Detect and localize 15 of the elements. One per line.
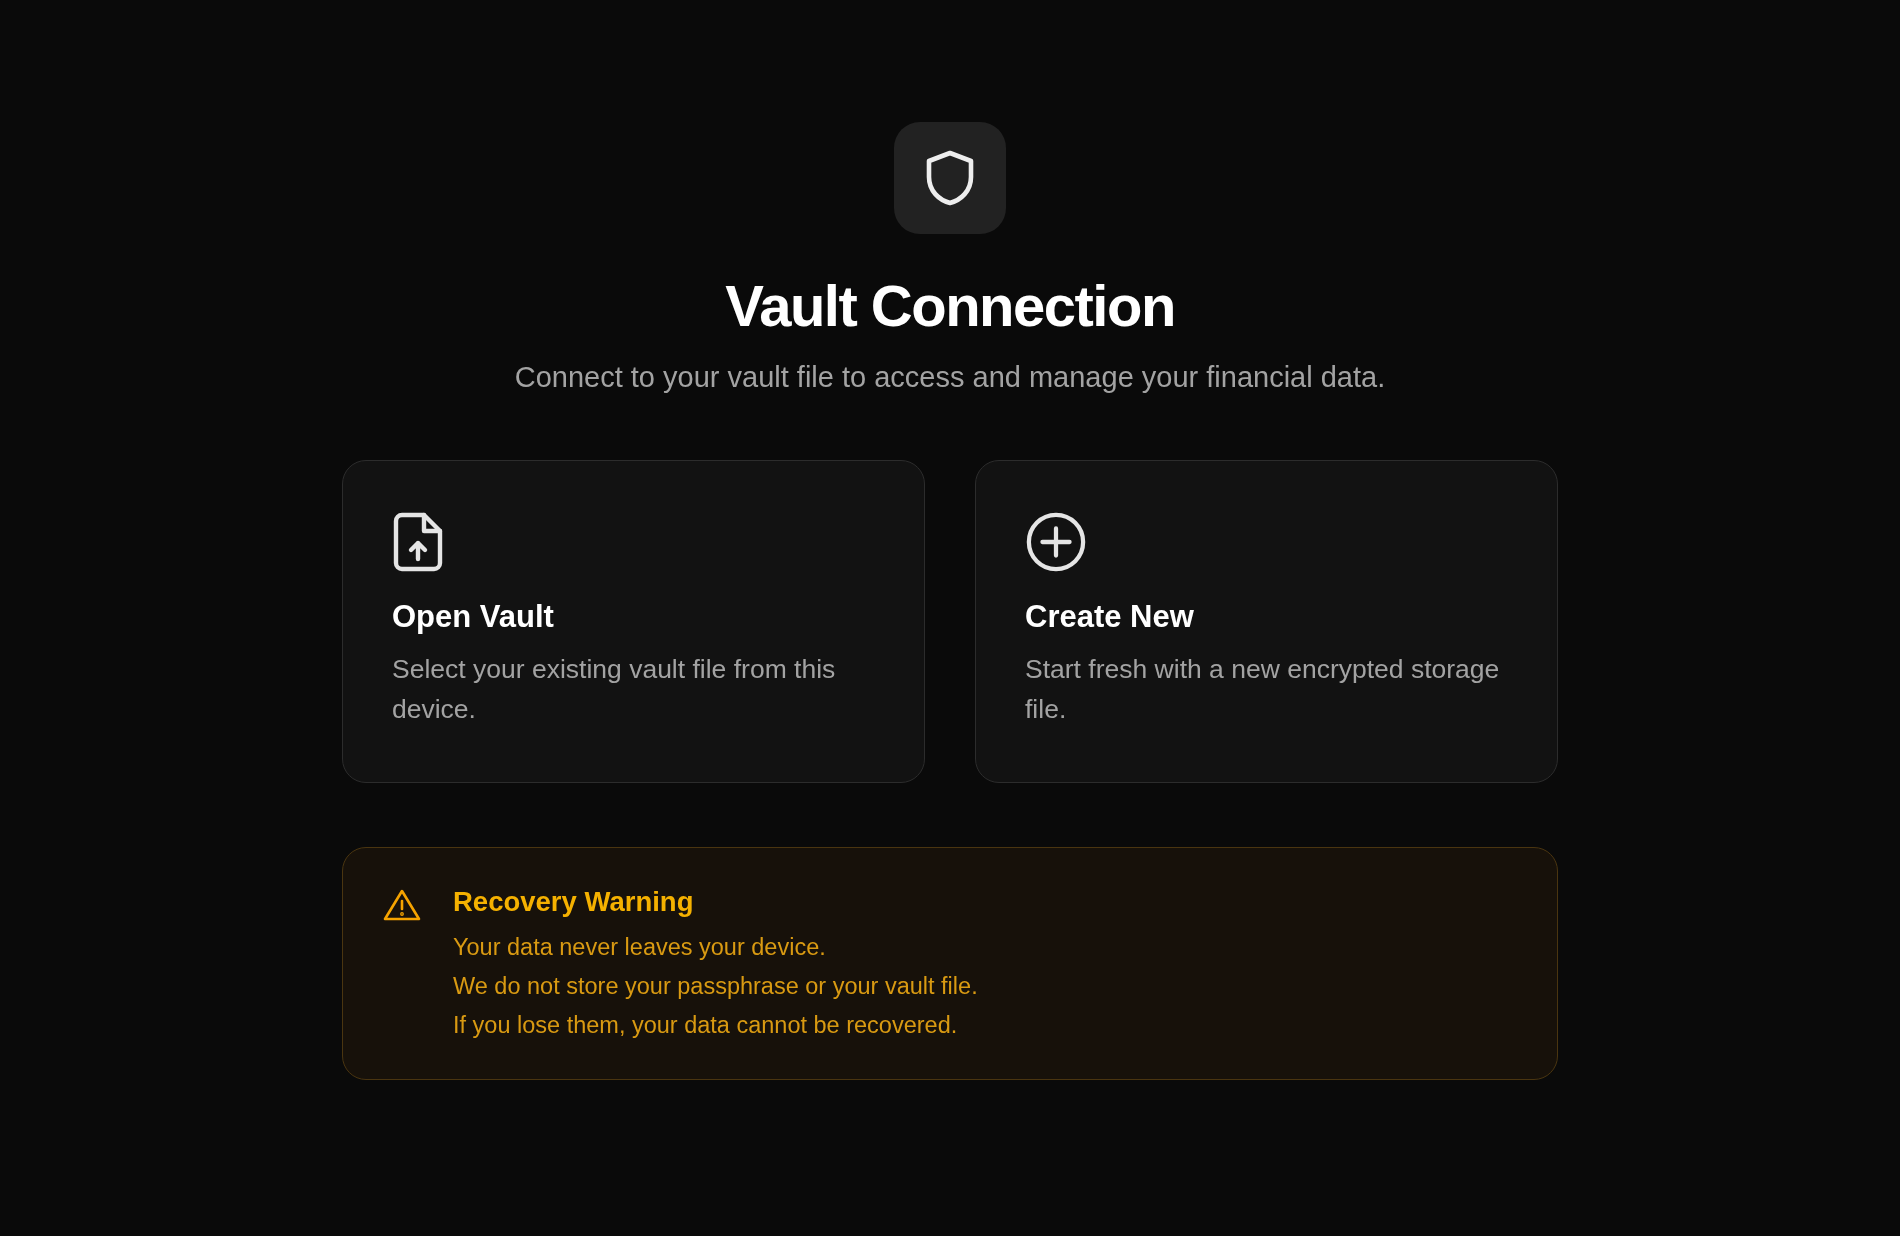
- option-card[interactable]: Create New Start fresh with a new encrypted storage file.: [975, 460, 1558, 783]
- warning-text: Your data never leaves your device.: [453, 933, 827, 962]
- plus-circle-icon: [1025, 511, 1087, 573]
- warning-text: We do not store your passphrase or your vault file.: [453, 972, 978, 1001]
- file-upload-icon: [392, 511, 444, 573]
- card-description: Start fresh with a new encrypted storage file.: [1025, 653, 1501, 726]
- warning-title: Recovery Warning: [453, 886, 695, 918]
- warning-icon: [383, 888, 421, 922]
- warning-text: If you lose them, your data cannot be recovered.: [453, 1011, 959, 1040]
- card-title: Create New: [1025, 599, 1195, 635]
- card-title: Open Vault: [392, 599, 555, 635]
- card-description: Select your existing vault file from this device.: [392, 653, 837, 726]
- subtitle: Connect to your vault file to access and manage your financial data.: [514, 361, 1386, 394]
- option-card[interactable]: Open Vault Select your existing vault file from this device.: [342, 460, 925, 783]
- page-title: Vault Connection: [725, 272, 1175, 339]
